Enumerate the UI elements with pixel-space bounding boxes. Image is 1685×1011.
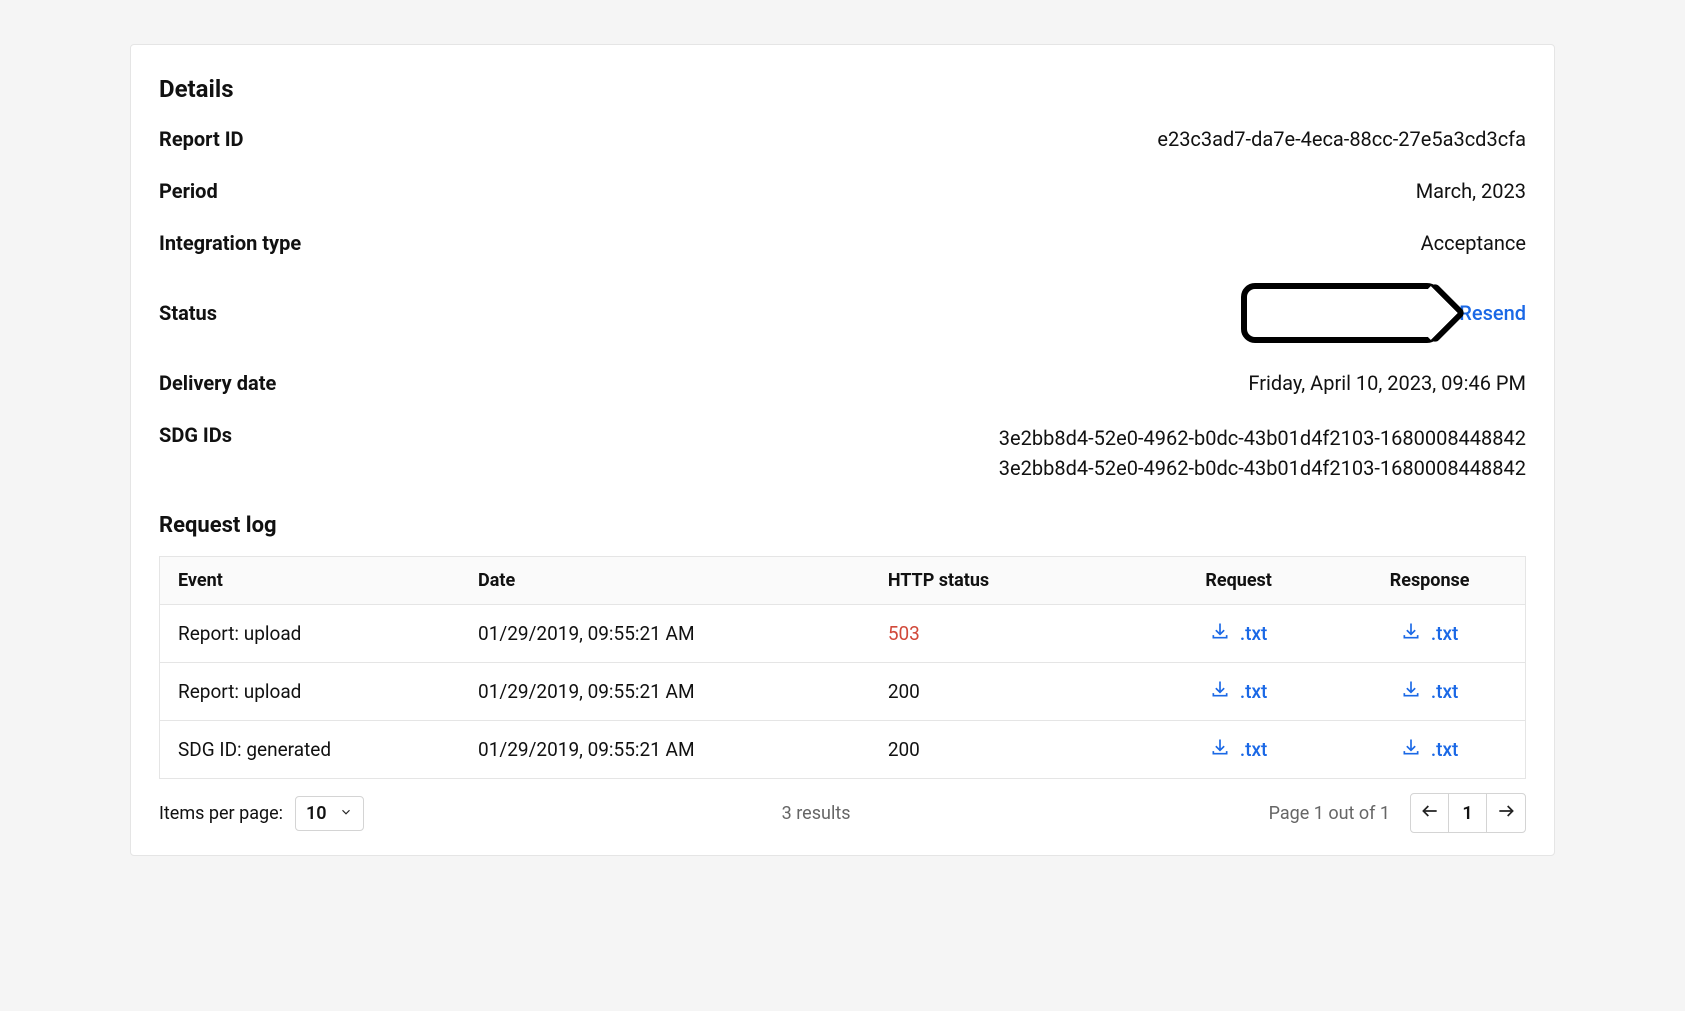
page-info: Page 1 out of 1	[1269, 803, 1390, 824]
download-icon	[1401, 679, 1421, 704]
items-per-page-wrap: Items per page: 10	[159, 796, 364, 831]
value-report-id: e23c3ad7-da7e-4eca-88cc-27e5a3cd3cfa	[1157, 127, 1526, 151]
cell-response: .txt	[1334, 605, 1525, 663]
th-date: Date	[460, 557, 870, 605]
arrow-left-icon	[1420, 801, 1440, 826]
label-period: Period	[159, 179, 218, 203]
results-count: 3 results	[782, 803, 851, 824]
download-icon	[1401, 737, 1421, 762]
download-icon	[1210, 621, 1230, 646]
next-page-button[interactable]	[1487, 794, 1525, 832]
row-delivery-date: Delivery date Friday, April 10, 2023, 09…	[159, 371, 1526, 395]
current-page[interactable]: 1	[1449, 794, 1487, 832]
download-response-link[interactable]: .txt	[1401, 737, 1459, 762]
download-ext: .txt	[1431, 622, 1459, 645]
cell-event: Report: upload	[160, 663, 461, 721]
th-response: Response	[1334, 557, 1525, 605]
download-ext: .txt	[1240, 680, 1268, 703]
value-period: March, 2023	[1416, 179, 1526, 203]
table-header-row: Event Date HTTP status Request Response	[160, 557, 1526, 605]
row-period: Period March, 2023	[159, 179, 1526, 203]
arrow-right-icon	[1496, 801, 1516, 826]
row-status: Status Resend	[159, 283, 1526, 343]
table-row: SDG ID: generated01/29/2019, 09:55:21 AM…	[160, 721, 1526, 779]
items-per-page-label: Items per page:	[159, 803, 283, 824]
download-ext: .txt	[1431, 680, 1459, 703]
cell-http-status: 200	[870, 721, 1143, 779]
items-per-page-value: 10	[306, 803, 327, 824]
pagination-right: Page 1 out of 1 1	[1269, 793, 1526, 833]
th-http-status: HTTP status	[870, 557, 1143, 605]
cell-event: SDG ID: generated	[160, 721, 461, 779]
pager: 1	[1410, 793, 1526, 833]
download-request-link[interactable]: .txt	[1210, 737, 1268, 762]
label-report-id: Report ID	[159, 127, 244, 151]
sdg-id-value: 3e2bb8d4-52e0-4962-b0dc-43b01d4f2103-168…	[999, 423, 1526, 453]
label-sdg-ids: SDG IDs	[159, 423, 232, 447]
sdg-id-value: 3e2bb8d4-52e0-4962-b0dc-43b01d4f2103-168…	[999, 453, 1526, 483]
cell-http-status: 503	[870, 605, 1143, 663]
download-icon	[1401, 621, 1421, 646]
cell-event: Report: upload	[160, 605, 461, 663]
download-ext: .txt	[1240, 622, 1268, 645]
request-log-title: Request log	[159, 513, 1526, 538]
download-response-link[interactable]: .txt	[1401, 679, 1459, 704]
label-status: Status	[159, 301, 217, 325]
th-request: Request	[1143, 557, 1334, 605]
download-icon	[1210, 737, 1230, 762]
download-request-link[interactable]: .txt	[1210, 679, 1268, 704]
row-sdg-ids: SDG IDs 3e2bb8d4-52e0-4962-b0dc-43b01d4f…	[159, 423, 1526, 483]
details-panel: Details Report ID e23c3ad7-da7e-4eca-88c…	[130, 44, 1555, 856]
label-delivery-date: Delivery date	[159, 371, 276, 395]
cell-date: 01/29/2019, 09:55:21 AM	[460, 721, 870, 779]
row-integration-type: Integration type Acceptance	[159, 231, 1526, 255]
cell-date: 01/29/2019, 09:55:21 AM	[460, 605, 870, 663]
cell-request: .txt	[1143, 605, 1334, 663]
cell-request: .txt	[1143, 721, 1334, 779]
value-integration-type: Acceptance	[1421, 231, 1526, 255]
cell-request: .txt	[1143, 663, 1334, 721]
value-delivery-date: Friday, April 10, 2023, 09:46 PM	[1248, 371, 1526, 395]
value-status: Resend	[1241, 283, 1526, 343]
row-report-id: Report ID e23c3ad7-da7e-4eca-88cc-27e5a3…	[159, 127, 1526, 151]
value-sdg-ids: 3e2bb8d4-52e0-4962-b0dc-43b01d4f2103-168…	[999, 423, 1526, 483]
chevron-down-icon	[339, 803, 353, 824]
table-row: Report: upload01/29/2019, 09:55:21 AM503…	[160, 605, 1526, 663]
th-event: Event	[160, 557, 461, 605]
items-per-page-select[interactable]: 10	[295, 796, 364, 831]
label-integration-type: Integration type	[159, 231, 301, 255]
details-title: Details	[159, 75, 1526, 103]
download-ext: .txt	[1240, 738, 1268, 761]
download-request-link[interactable]: .txt	[1210, 621, 1268, 646]
resend-link[interactable]: Resend	[1459, 301, 1526, 325]
cell-http-status: 200	[870, 663, 1143, 721]
cell-date: 01/29/2019, 09:55:21 AM	[460, 663, 870, 721]
table-row: Report: upload01/29/2019, 09:55:21 AM200…	[160, 663, 1526, 721]
download-response-link[interactable]: .txt	[1401, 621, 1459, 646]
cell-response: .txt	[1334, 721, 1525, 779]
prev-page-button[interactable]	[1411, 794, 1449, 832]
request-log-table: Event Date HTTP status Request Response …	[159, 556, 1526, 779]
download-ext: .txt	[1431, 738, 1459, 761]
pagination: Items per page: 10 3 results Page 1 out …	[159, 793, 1526, 833]
download-icon	[1210, 679, 1230, 704]
status-tag-icon	[1241, 283, 1441, 343]
cell-response: .txt	[1334, 663, 1525, 721]
